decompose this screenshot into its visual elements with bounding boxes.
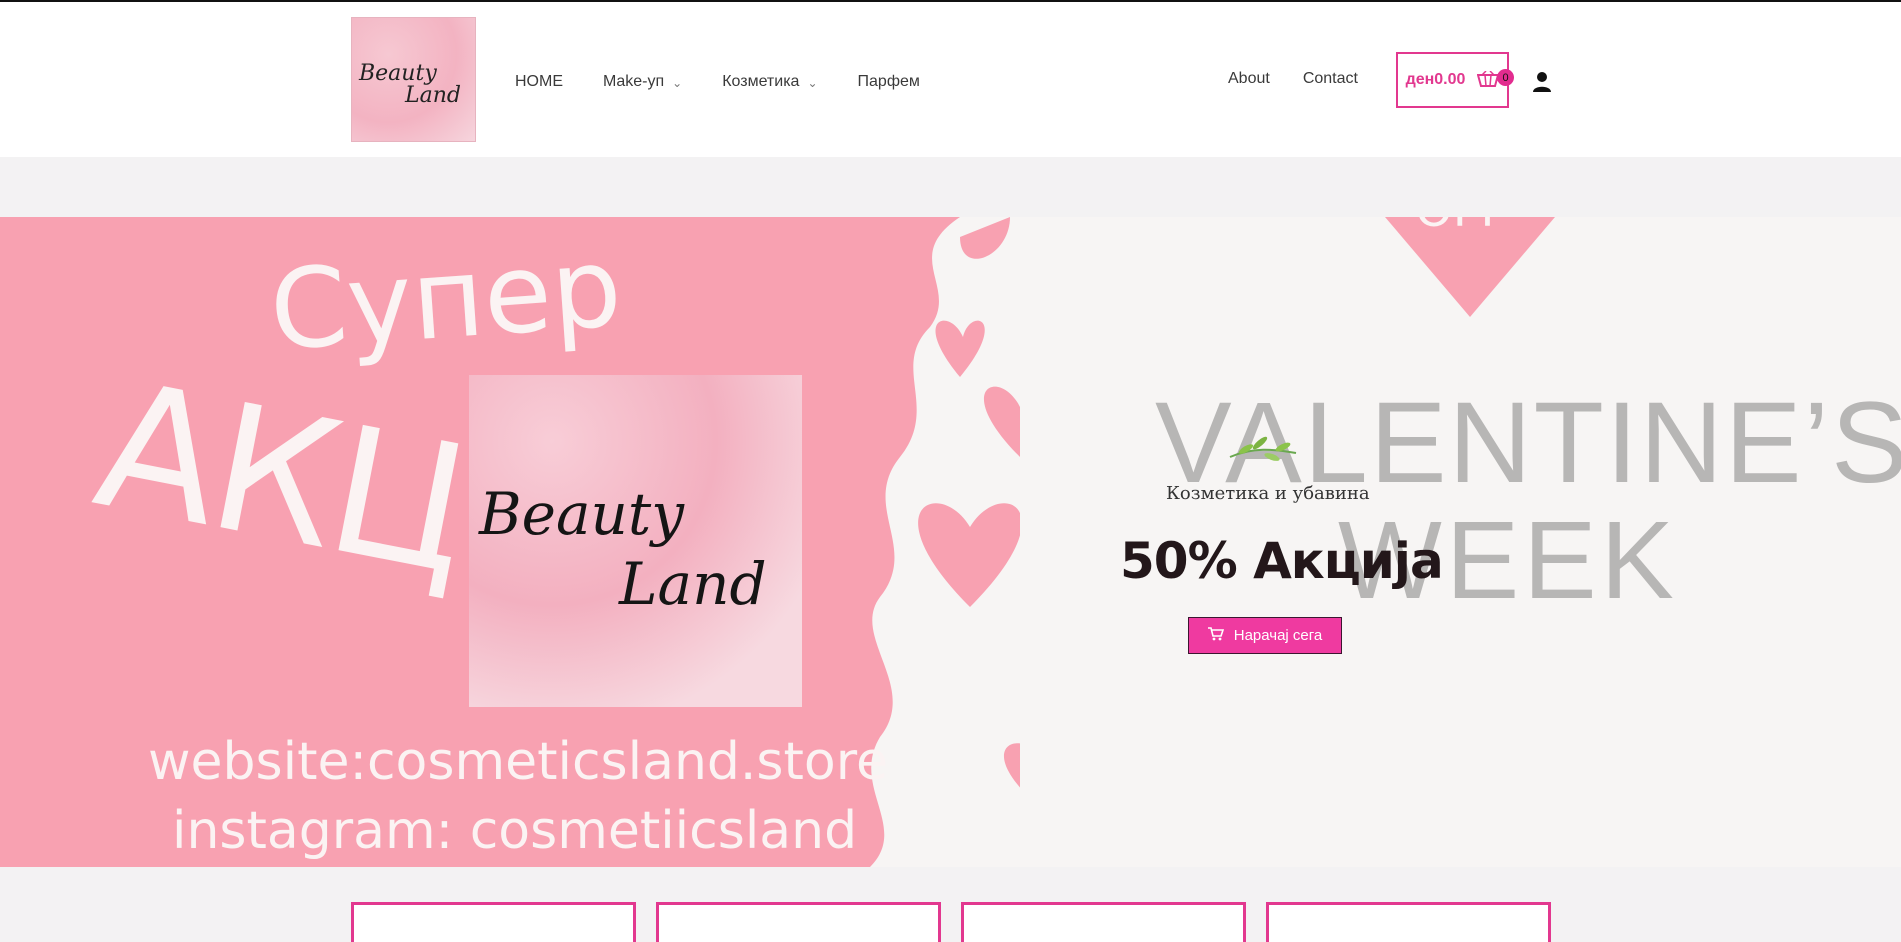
banner-off-text: OFF (1415, 217, 1508, 238)
chevron-down-icon: ⌄ (807, 76, 818, 90)
cart-total: ден0.00 (1405, 71, 1466, 88)
site-header: Beauty Land HOME Make-уп ⌄ Козметика ⌄ П… (0, 2, 1901, 157)
cart-count-badge: 0 (1497, 69, 1514, 86)
nav-contact-label: Contact (1302, 70, 1358, 87)
category-card[interactable] (351, 902, 636, 942)
category-card[interactable] (1266, 902, 1551, 942)
cart-icon (1477, 70, 1500, 89)
hero-headline: 50% Акција (1120, 532, 1444, 590)
cart-icon (1207, 626, 1224, 645)
nav-parfem[interactable]: Парфем (858, 70, 920, 94)
chevron-down-icon: ⌄ (672, 76, 683, 90)
banner-super-text: Супер (265, 222, 626, 376)
nav-about[interactable]: About (1228, 70, 1270, 88)
category-card[interactable] (961, 902, 1246, 942)
cart-button[interactable]: ден0.00 (1396, 52, 1509, 108)
order-now-label: Нарачај сега (1233, 627, 1323, 644)
primary-nav: HOME Make-уп ⌄ Козметика ⌄ Парфем (515, 70, 920, 94)
nav-about-label: About (1228, 70, 1270, 87)
banner-logo-text-2: Land (619, 550, 767, 618)
site-logo[interactable]: Beauty Land (351, 17, 476, 142)
nav-kozmetika[interactable]: Козметика ⌄ (722, 70, 817, 94)
nav-parfem-label: Парфем (857, 73, 920, 90)
nav-kozmetika-label: Козметика (722, 73, 800, 90)
leaf-icon (1229, 436, 1297, 461)
category-cards (351, 902, 1551, 942)
banner-website-text: website:cosmeticsland.store (148, 732, 888, 792)
nav-home-label: HOME (515, 73, 563, 90)
order-now-button[interactable]: Нарачај сега (1188, 617, 1342, 654)
banner-instagram-text: instagram: cosmetiicsland (172, 801, 858, 861)
hero-subtitle: Козметика и убавина (1166, 483, 1370, 504)
nav-contact[interactable]: Contact (1303, 70, 1358, 88)
nav-home[interactable]: HOME (515, 70, 563, 94)
logo-text-2: Land (405, 83, 461, 108)
secondary-nav: About Contact (1228, 70, 1358, 88)
nav-makeup-label: Make-уп (603, 73, 665, 90)
banner-logo-text-1: Beauty (479, 480, 684, 548)
banner-logo: Beauty Land (469, 375, 802, 707)
user-icon[interactable] (1532, 71, 1552, 93)
hero-banner: Супер АКЦ Beauty Land website:cosmeticsl… (0, 217, 1901, 867)
nav-makeup[interactable]: Make-уп ⌄ (603, 70, 682, 94)
category-card[interactable] (656, 902, 941, 942)
